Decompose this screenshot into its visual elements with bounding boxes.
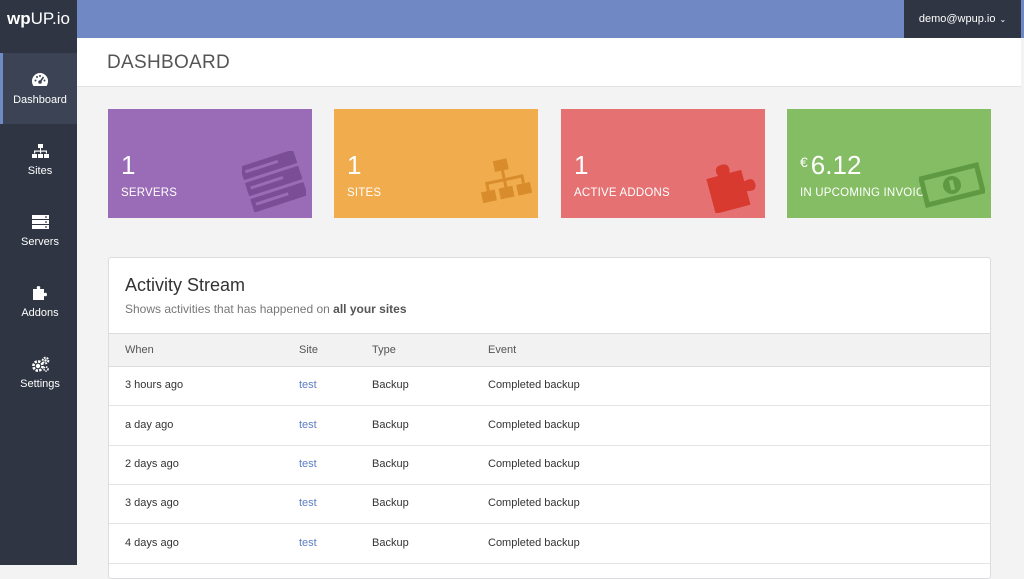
logo-text: UP.io [30,9,70,28]
currency-symbol: € [800,154,808,170]
column-header-type: Type [372,344,396,356]
table-row: 3 days ago test Backup Completed backup [109,484,990,524]
topbar: demo@wpup.io ⌄ [77,0,1024,38]
tile-value: 1 [347,150,362,180]
server-icon [239,149,308,218]
column-header-site: Site [299,344,318,356]
cell-type: Backup [372,379,409,391]
logo[interactable]: wp UP.io [0,0,77,38]
tile-label: ACTIVE ADDONS [574,187,670,199]
upcoming-invoice-tile[interactable]: €6.12 IN UPCOMING INVOICE [787,109,991,218]
panel-subtitle-text: Shows activities that has happened on [125,302,330,316]
cell-event: Completed backup [488,458,580,470]
sidebar-item-label: Dashboard [13,94,67,106]
cell-event: Completed backup [488,379,580,391]
table-row: a day ago test Backup Completed backup [109,406,990,446]
invoice-amount: 6.12 [810,150,862,180]
logo-bold-text: wp [7,9,31,28]
servers-tile[interactable]: 1 SERVERS [108,109,312,218]
sidebar-item-label: Settings [20,378,60,390]
site-link[interactable]: test [299,379,317,391]
sidebar-item-addons[interactable]: Addons [0,266,77,337]
cell-type: Backup [372,497,409,509]
panel-subtitle: Shows activities that has happened on al… [125,302,407,316]
sidebar-item-servers[interactable]: Servers [0,195,77,266]
cell-event: Completed backup [488,497,580,509]
cell-type: Backup [372,419,409,431]
tile-value: €6.12 [800,150,861,181]
gears-icon [31,355,50,373]
table-row: 4 days ago test Backup Completed backup [109,524,990,564]
cell-when: 3 hours ago [125,379,184,391]
cell-when: 3 days ago [125,497,179,509]
cell-event: Completed backup [488,419,580,431]
column-header-when: When [125,344,154,356]
tile-value: 1 [574,150,589,180]
sidebar-item-dashboard[interactable]: Dashboard [0,53,77,124]
cell-type: Backup [372,537,409,549]
panel-title: Activity Stream [125,275,246,295]
user-menu[interactable]: demo@wpup.io ⌄ [904,0,1021,38]
cell-type: Backup [372,458,409,470]
page-header: DASHBOARD [77,38,1021,87]
sidebar-item-label: Servers [21,236,59,248]
puzzle-icon [32,284,48,302]
sidebar-item-sites[interactable]: Sites [0,124,77,195]
tile-label: SITES [347,187,382,199]
sidebar-item-label: Sites [27,165,53,177]
sites-tile[interactable]: 1 SITES [334,109,538,218]
dashboard-icon [31,71,49,89]
active-addons-tile[interactable]: 1 ACTIVE ADDONS [561,109,765,218]
sitemap-icon [31,142,49,160]
sidebar-item-settings[interactable]: Settings [0,337,77,408]
puzzle-icon [703,159,759,218]
page-title: DASHBOARD [107,52,231,73]
site-link[interactable]: test [299,497,317,509]
tile-label: IN UPCOMING INVOICE [800,187,933,199]
panel-subtitle-bold: all your sites [333,302,407,316]
server-icon [31,213,49,231]
tile-label: SERVERS [121,187,178,199]
column-header-event: Event [488,344,517,356]
cell-event: Completed backup [488,537,580,549]
tile-value: 1 [121,150,136,180]
table-header: When Site Type Event [109,333,990,367]
table-row: 3 hours ago test Backup Completed backup [109,366,990,406]
money-icon [918,157,986,218]
activity-stream-panel: Activity Stream Shows activities that ha… [108,257,991,579]
sidebar: wp UP.io Dashboard Sites Servers Addons S… [0,0,77,565]
site-link[interactable]: test [299,537,317,549]
cell-when: 4 days ago [125,537,179,549]
site-link[interactable]: test [299,419,317,431]
cell-when: 2 days ago [125,458,179,470]
user-email: demo@wpup.io [918,13,996,25]
cell-when: a day ago [125,419,174,431]
site-link[interactable]: test [299,458,317,470]
sidebar-item-label: Addons [21,307,59,319]
chevron-down-icon: ⌄ [999,14,1007,24]
table-row: 2 days ago test Backup Completed backup [109,445,990,485]
sitemap-icon [480,157,533,218]
